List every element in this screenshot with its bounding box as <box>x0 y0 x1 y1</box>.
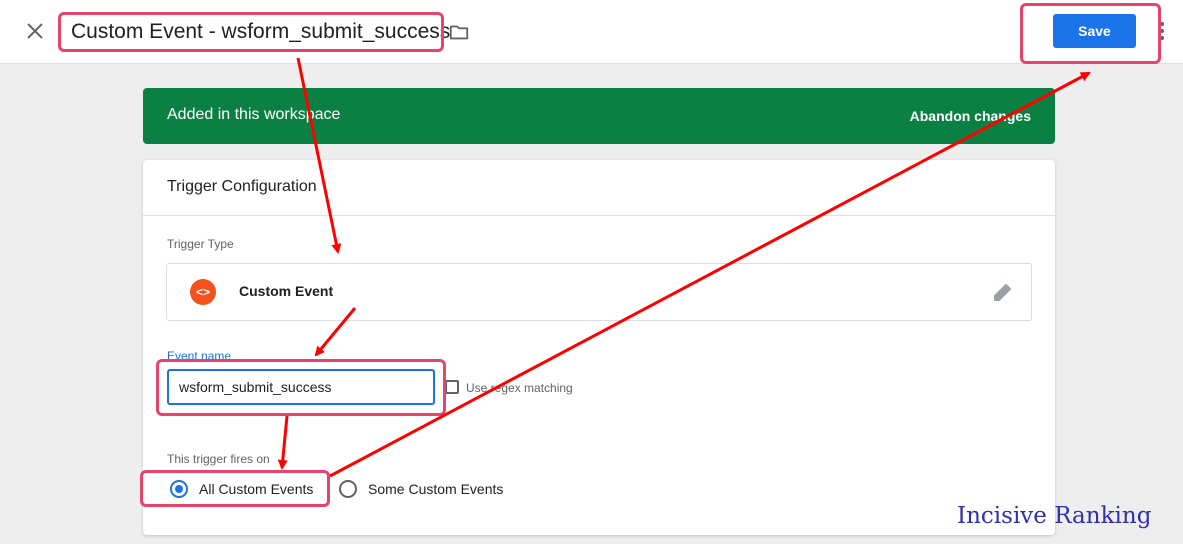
arrow-to-radio <box>277 415 289 470</box>
annotation-arrows <box>277 57 1091 478</box>
arrow-title-to-type <box>296 57 342 254</box>
arrow-radio-to-save <box>329 71 1091 478</box>
arrow-to-event-name <box>314 307 357 357</box>
watermark: Incisive Ranking <box>957 503 1152 529</box>
